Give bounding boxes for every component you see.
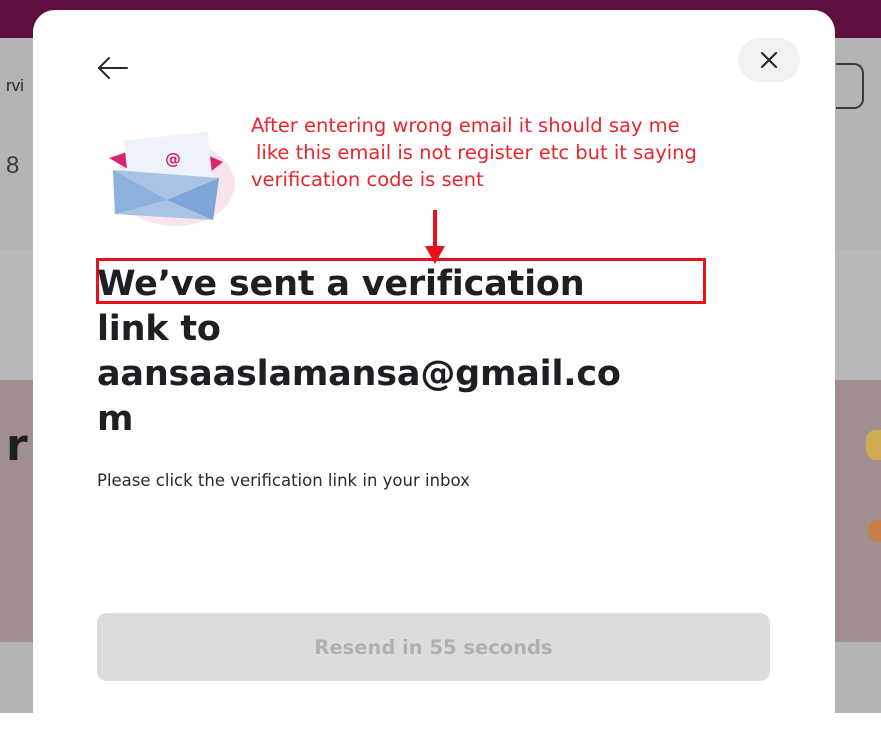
close-icon [738,48,800,72]
background-decoration [866,430,881,460]
headline-line: m [97,399,134,439]
annotation-line: like this email is not register etc but … [256,141,697,164]
headline-line: We’ve sent a verification [97,264,585,304]
arrow-left-icon [95,50,131,86]
annotation-line: verification code is sent [251,168,484,191]
at-symbol: @ [165,149,181,168]
background-decoration [868,520,881,542]
resend-button[interactable]: Resend in 55 seconds [97,613,770,681]
background-partial-button [836,63,864,109]
instruction-text: Please click the verification link in yo… [97,471,470,490]
annotation-note: After entering wrong email it should say… [251,112,843,193]
background-partial-text: rvi [6,76,24,95]
headline-line: link to [97,309,221,349]
background-partial-heading: r [6,420,28,471]
background-partial-glyph: 8 [6,152,20,179]
annotation-arrow-icon [423,210,447,265]
envelope-icon: @ [101,120,241,230]
annotation-line: After entering wrong email it should say… [251,114,680,137]
close-button[interactable] [738,38,800,82]
headline-line: aansaaslamansa@gmail.co [97,354,621,394]
page-title: We’ve sent a verification link to aansaa… [97,262,757,442]
verification-modal: @ After entering wrong email it should s… [33,10,835,730]
back-button[interactable] [95,50,131,86]
